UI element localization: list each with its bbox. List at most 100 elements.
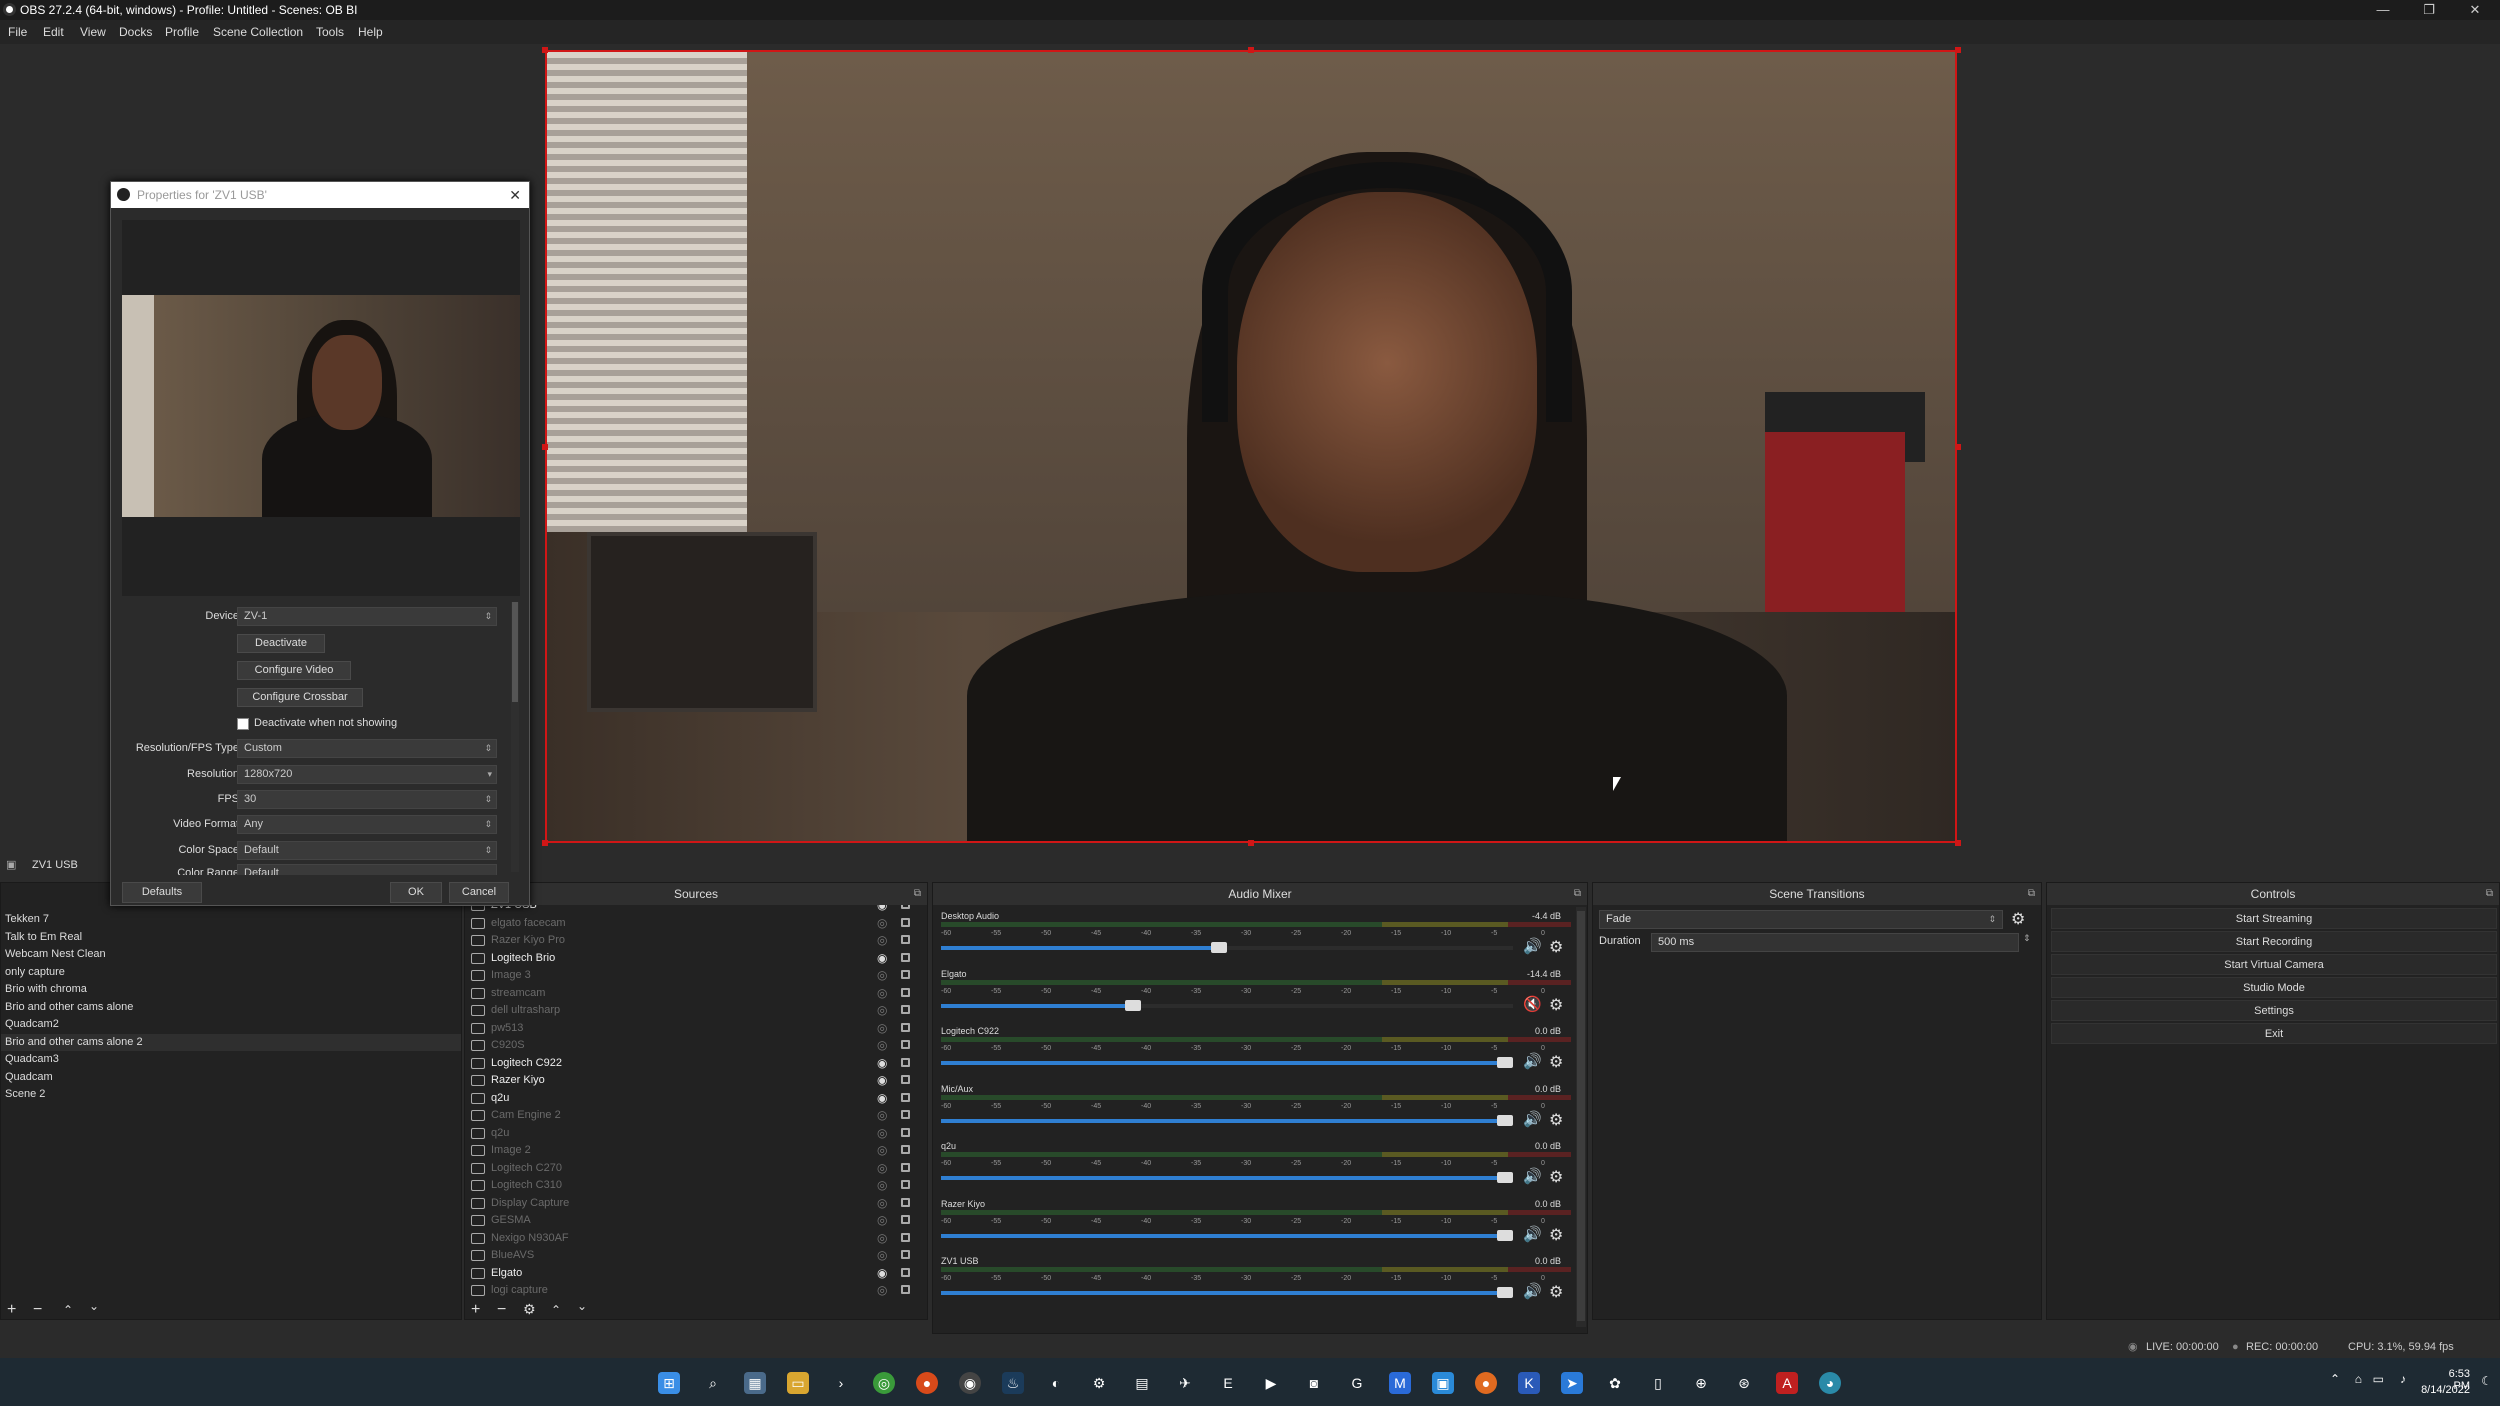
resize-handle[interactable]	[1955, 444, 1961, 450]
deactivate-when-not-showing-checkbox[interactable]	[237, 718, 249, 730]
slider-knob[interactable]	[1211, 942, 1227, 953]
visibility-eye-icon[interactable]: ◎	[877, 1212, 887, 1229]
source-item[interactable]: Logitech C310 ◎	[465, 1177, 927, 1194]
resize-handle[interactable]	[542, 47, 548, 53]
gear-icon[interactable]: ⚙	[1549, 1282, 1563, 1302]
visibility-eye-icon[interactable]: ◎	[877, 1160, 887, 1177]
app-icon[interactable]: ⊛	[1733, 1372, 1755, 1394]
source-item[interactable]: Image 2 ◎	[465, 1142, 927, 1159]
defaults-button[interactable]: Defaults	[122, 882, 202, 903]
menu-edit[interactable]: Edit	[43, 20, 64, 44]
volume-slider[interactable]	[941, 942, 1513, 953]
app-icon[interactable]: G	[1346, 1372, 1368, 1394]
speaker-icon[interactable]: 🔊	[1523, 937, 1542, 955]
resize-handle[interactable]	[1955, 840, 1961, 846]
lock-icon[interactable]	[901, 1145, 910, 1154]
slider-knob[interactable]	[1497, 1057, 1513, 1068]
device-select[interactable]: ZV-1 ⇕	[237, 607, 497, 626]
muted-speaker-icon[interactable]: 🔇	[1523, 995, 1542, 1013]
mixer-scrollbar[interactable]	[1576, 907, 1586, 1327]
visibility-eye-icon[interactable]: ◉	[877, 950, 887, 967]
lock-icon[interactable]	[901, 1250, 910, 1259]
clock-date[interactable]: 8/14/2022	[2421, 1384, 2470, 1396]
visibility-eye-icon[interactable]: ◎	[877, 1037, 887, 1054]
lock-icon[interactable]	[901, 1075, 910, 1084]
properties-scrollbar[interactable]	[511, 602, 519, 872]
source-item[interactable]: Logitech C270 ◎	[465, 1160, 927, 1177]
volume-slider[interactable]	[941, 1287, 1513, 1298]
resolution-select[interactable]: 1280x720 ▾	[237, 765, 497, 784]
configure-crossbar-button[interactable]: Configure Crossbar	[237, 688, 363, 707]
visibility-eye-icon[interactable]: ◎	[877, 1107, 887, 1124]
camera-app-icon[interactable]: ◙	[1303, 1372, 1325, 1394]
source-item[interactable]: GESMA ◎	[465, 1212, 927, 1229]
source-item[interactable]: dell ultrasharp ◎	[465, 1002, 927, 1019]
calculator-icon[interactable]: ▤	[1131, 1372, 1153, 1394]
display-icon[interactable]: ▭	[2373, 1372, 2384, 1386]
video-format-select[interactable]: Any ⇕	[237, 815, 497, 834]
gear-icon[interactable]: ⚙	[1549, 995, 1563, 1015]
scene-item[interactable]: Webcam Nest Clean	[1, 946, 461, 963]
scene-item[interactable]: Brio and other cams alone	[1, 999, 461, 1016]
resize-handle[interactable]	[542, 840, 548, 846]
lock-icon[interactable]	[901, 1215, 910, 1224]
visibility-eye-icon[interactable]: ◎	[877, 1247, 887, 1264]
fps-select[interactable]: 30 ⇕	[237, 790, 497, 809]
menu-profile[interactable]: Profile	[165, 20, 199, 44]
resize-handle[interactable]	[542, 444, 548, 450]
gear-icon[interactable]: ⚙	[1549, 1110, 1563, 1130]
source-item[interactable]: Image 3 ◎	[465, 967, 927, 984]
speaker-icon[interactable]: 🔊	[1523, 1052, 1542, 1070]
source-item[interactable]: Elgato ◉	[465, 1265, 927, 1282]
file-explorer-icon[interactable]: ▭	[787, 1372, 809, 1394]
transition-properties-gear-icon[interactable]: ⚙	[2011, 909, 2025, 929]
settings-icon[interactable]: ⚙	[1088, 1372, 1110, 1394]
slider-knob[interactable]	[1497, 1114, 1513, 1126]
lock-icon[interactable]	[901, 1285, 910, 1294]
ok-button[interactable]: OK	[390, 882, 442, 903]
visibility-eye-icon[interactable]: ◎	[877, 1195, 887, 1212]
lock-icon[interactable]	[901, 1092, 910, 1102]
studio-mode-button[interactable]: Studio Mode	[2051, 977, 2497, 998]
gear-icon[interactable]: ⚙	[1549, 1167, 1563, 1187]
scene-item[interactable]: Brio with chroma	[1, 981, 461, 998]
source-item[interactable]: q2u ◉	[465, 1090, 927, 1107]
source-item[interactable]: streamcam ◎	[465, 985, 927, 1002]
firefox-icon[interactable]: ●	[1475, 1372, 1497, 1394]
visibility-eye-icon[interactable]: ◉	[877, 1265, 887, 1282]
widgets-icon[interactable]: ▦	[744, 1372, 766, 1394]
visibility-eye-icon[interactable]: ◉	[877, 1090, 887, 1107]
lock-icon[interactable]	[901, 1040, 910, 1049]
app-icon[interactable]: ◐	[1045, 1372, 1067, 1394]
visibility-eye-icon[interactable]: ◉	[877, 1072, 887, 1089]
minimize-button[interactable]: —	[2360, 0, 2406, 20]
slider-knob[interactable]	[1125, 999, 1142, 1011]
visibility-eye-icon[interactable]: ◎	[877, 915, 887, 932]
scene-item[interactable]: Quadcam2	[1, 1016, 461, 1033]
color-space-select[interactable]: Default ⇕	[237, 841, 497, 860]
lock-icon[interactable]	[901, 1180, 910, 1189]
menu-docks[interactable]: Docks	[119, 20, 152, 44]
undock-icon[interactable]: ⧉	[2028, 883, 2035, 905]
speaker-icon[interactable]: 🔊	[1523, 1110, 1542, 1128]
source-item[interactable]: ZV1 USB ◉	[465, 905, 927, 914]
app-icon[interactable]: ⊕	[1690, 1372, 1712, 1394]
scene-item[interactable]: Quadcam	[1, 1069, 461, 1086]
move-up-icon[interactable]: ⌃	[551, 1303, 561, 1317]
resize-handle[interactable]	[1955, 47, 1961, 53]
slider-knob[interactable]	[1497, 1229, 1513, 1241]
slider-knob[interactable]	[1497, 1287, 1513, 1298]
source-item[interactable]: q2u ◎	[465, 1125, 927, 1142]
volume-slider[interactable]	[941, 1114, 1513, 1126]
lock-icon[interactable]	[901, 905, 910, 909]
slider-knob[interactable]	[1497, 1172, 1513, 1183]
search-icon[interactable]: ⌕	[702, 1372, 724, 1394]
settings-button[interactable]: Settings	[2051, 1000, 2497, 1021]
menu-scene-collection[interactable]: Scene Collection	[213, 20, 303, 44]
visibility-eye-icon[interactable]: ◉	[877, 905, 887, 914]
network-icon[interactable]: ⌂	[2355, 1372, 2362, 1386]
duration-input[interactable]: 500 ms	[1651, 933, 2019, 952]
obs-icon[interactable]: ◉	[959, 1372, 981, 1394]
resize-handle[interactable]	[1248, 840, 1254, 846]
visibility-eye-icon[interactable]: ◎	[877, 1177, 887, 1194]
